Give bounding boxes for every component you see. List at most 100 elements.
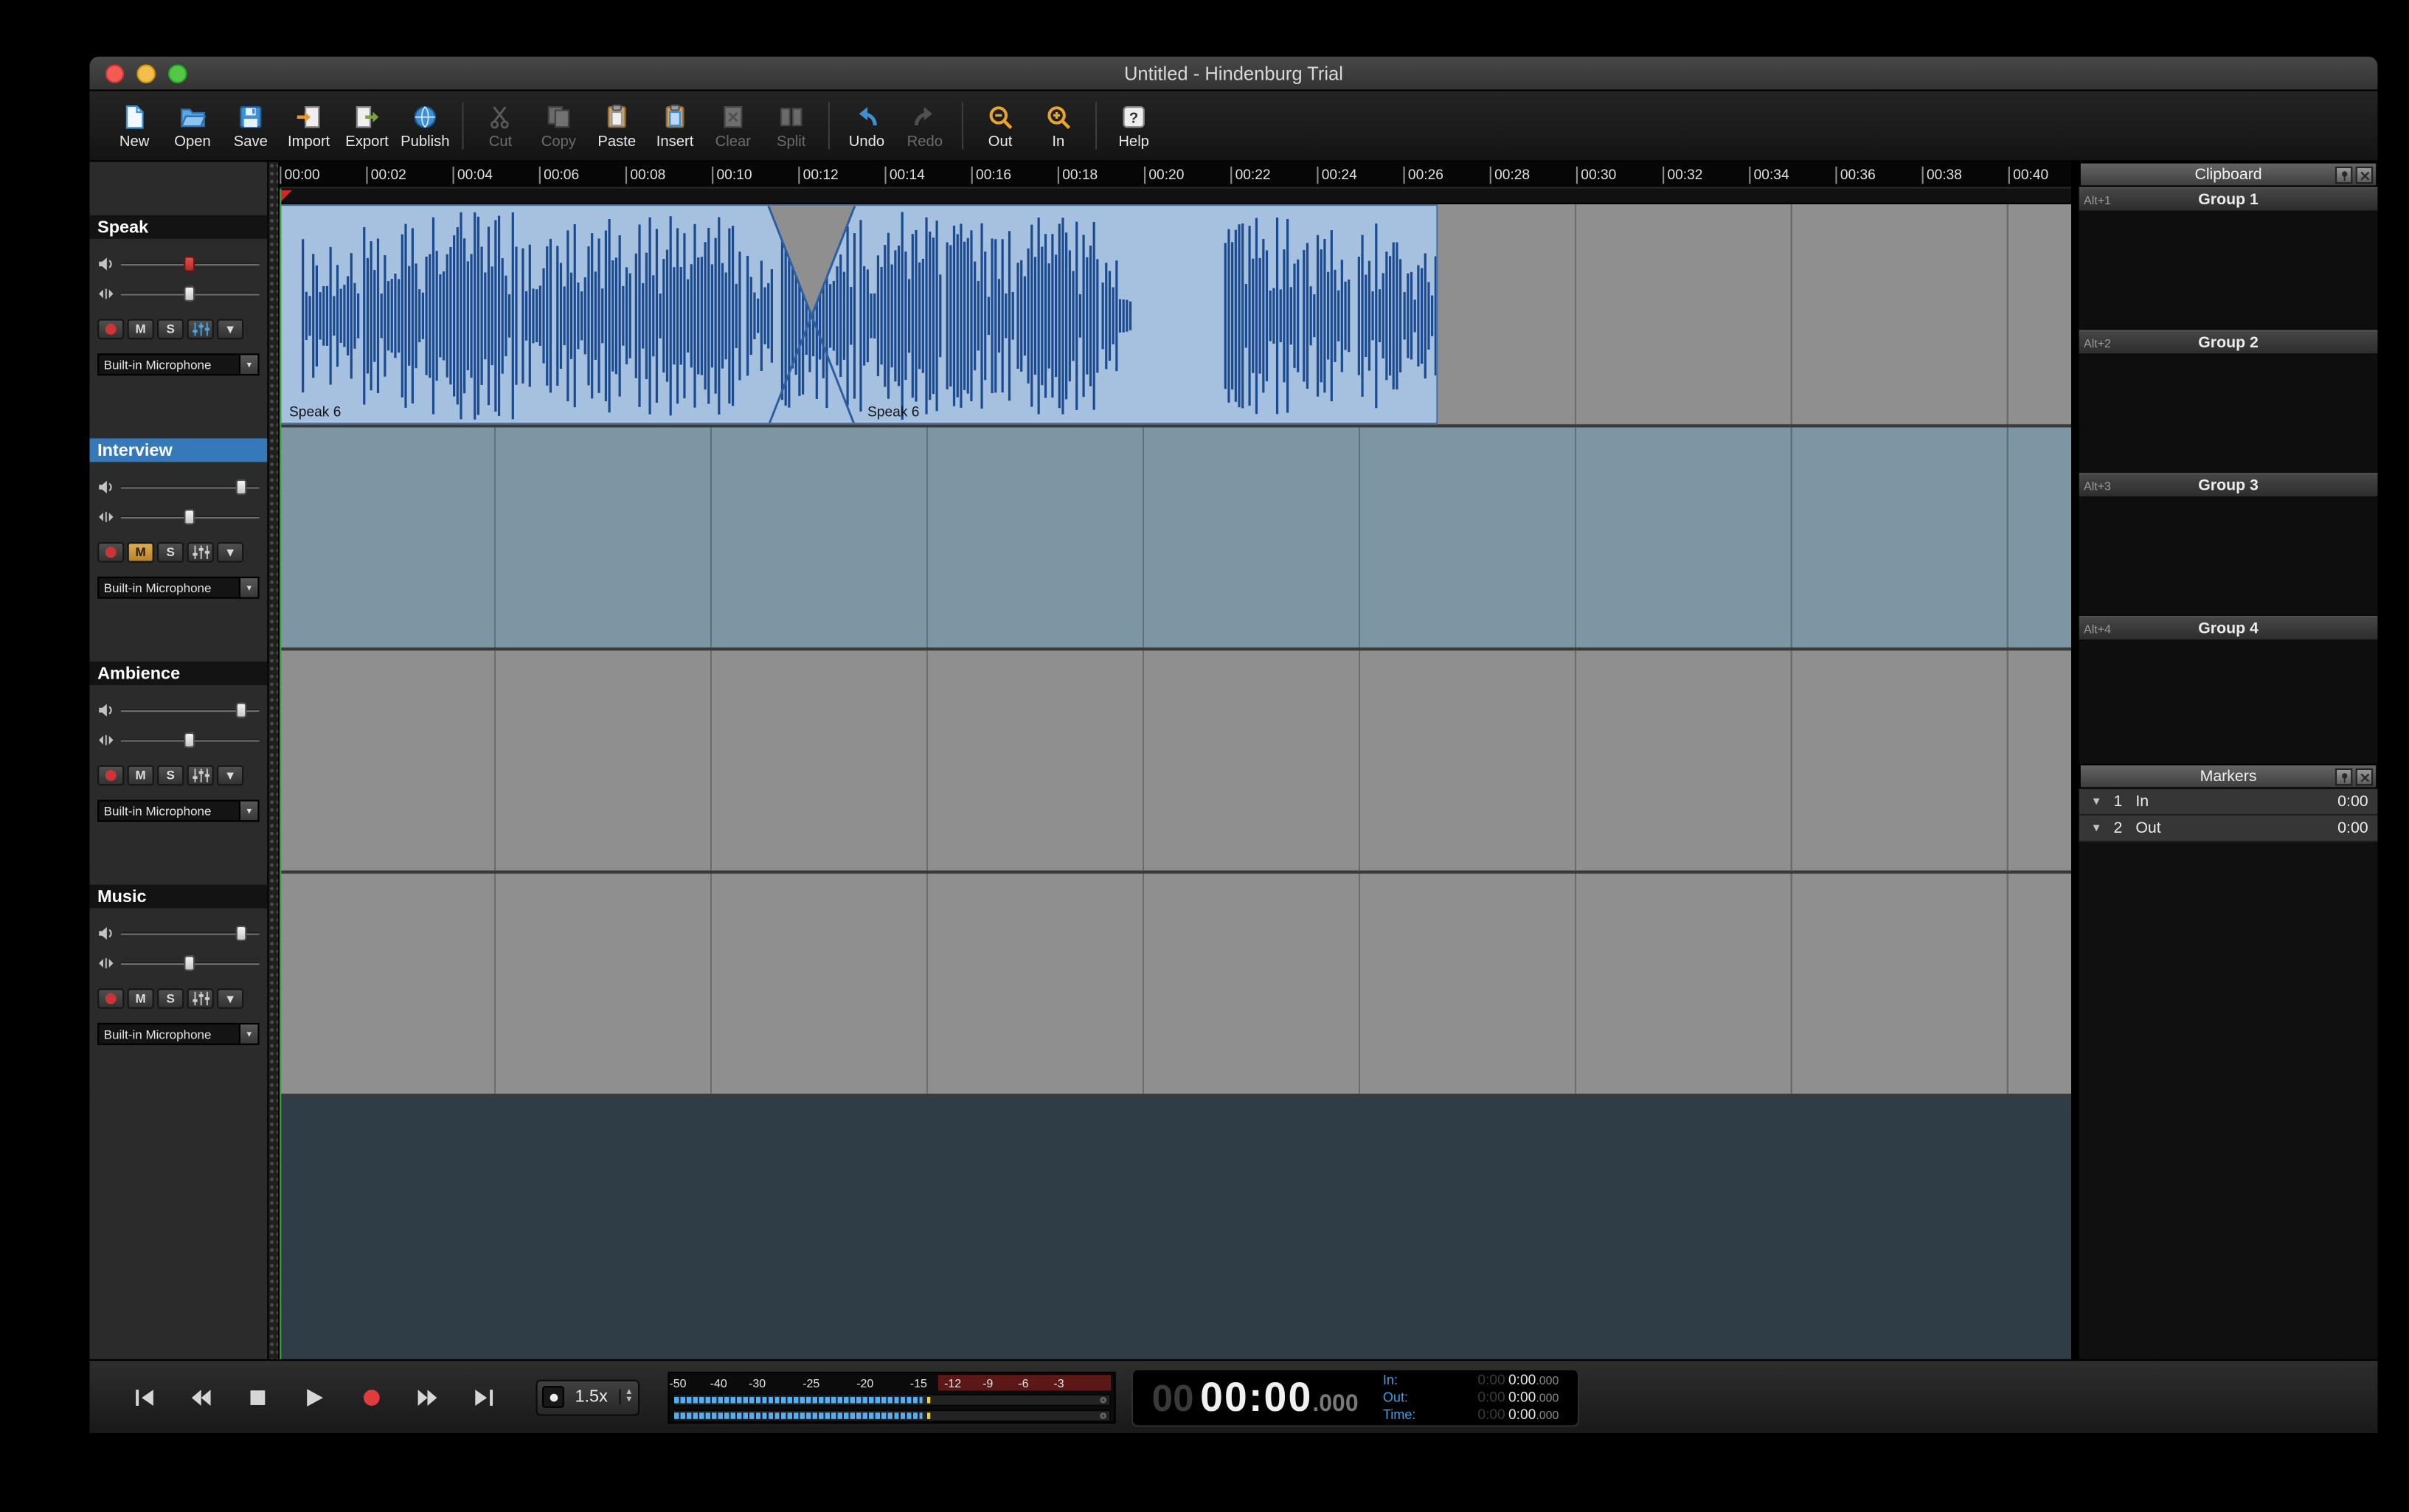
follow-playhead-button[interactable]	[542, 1386, 564, 1408]
volume-slider[interactable]	[121, 701, 259, 720]
clipboard-group-header[interactable]: Alt+2Group 2	[2079, 330, 2378, 355]
fast-forward-button[interactable]	[410, 1383, 445, 1411]
mixer-button[interactable]	[187, 319, 214, 339]
rewind-button[interactable]	[184, 1383, 218, 1411]
toolbar-button-copy[interactable]: Copy	[530, 91, 588, 161]
stop-button[interactable]	[240, 1383, 275, 1411]
speed-stepper[interactable]: ▲ ▼	[618, 1389, 633, 1404]
toolbar-button-redo[interactable]: Redo	[895, 91, 954, 161]
toolbar-button-new[interactable]: New	[105, 91, 164, 161]
toolbar-button-help[interactable]: Help	[1105, 91, 1163, 161]
stepper-down-icon[interactable]: ▼	[625, 1397, 634, 1405]
record-arm-button[interactable]	[97, 542, 124, 563]
track-menu-button[interactable]: ▾	[217, 988, 243, 1009]
mute-button[interactable]: M	[128, 319, 154, 339]
timeline-lane-speak[interactable]: Speak 6Speak 6	[280, 204, 2071, 428]
clipboard-group-slot[interactable]	[2079, 498, 2378, 616]
markers-close-button[interactable]	[2356, 769, 2373, 786]
input-device-select[interactable]: Built-in Microphone▾	[97, 800, 259, 822]
timeline-area[interactable]: 00:0000:0200:0400:0600:0800:1000:1200:14…	[280, 162, 2071, 1359]
pan-slider-handle[interactable]	[184, 732, 195, 748]
toolbar-button-paste[interactable]: Paste	[588, 91, 646, 161]
input-device-select[interactable]: Built-in Microphone▾	[97, 1023, 259, 1045]
mixer-button[interactable]	[187, 766, 214, 786]
clipboard-group-header[interactable]: Alt+4Group 4	[2079, 616, 2378, 641]
skip-to-start-button[interactable]	[128, 1383, 162, 1411]
timeline-empty-area[interactable]	[280, 1097, 2071, 1359]
pan-slider-handle[interactable]	[184, 955, 195, 971]
volume-slider-handle[interactable]	[237, 479, 248, 495]
zoom-window-button[interactable]	[168, 64, 187, 83]
marker-strip[interactable]	[280, 189, 2071, 204]
toolbar-button-in[interactable]: In	[1029, 91, 1087, 161]
toolbar-button-publish[interactable]: Publish	[396, 91, 454, 161]
pan-slider[interactable]	[121, 954, 259, 973]
clipboard-group-slot[interactable]	[2079, 355, 2378, 473]
toolbar-button-cut[interactable]: Cut	[471, 91, 530, 161]
marker-row[interactable]: ▼2Out0:00	[2079, 816, 2378, 842]
marker-disclosure-icon[interactable]: ▼	[2079, 822, 2114, 833]
toolbar-button-export[interactable]: Export	[338, 91, 396, 161]
volume-slider-handle[interactable]	[184, 256, 195, 271]
record-arm-button[interactable]	[97, 988, 124, 1009]
toolbar-button-clear[interactable]: Clear	[704, 91, 762, 161]
input-device-select[interactable]: Built-in Microphone▾	[97, 577, 259, 599]
play-button[interactable]	[297, 1383, 332, 1411]
volume-slider[interactable]	[121, 478, 259, 497]
close-window-button[interactable]	[105, 64, 125, 83]
solo-button[interactable]: S	[157, 319, 184, 339]
markers-pin-button[interactable]	[2335, 769, 2352, 786]
toolbar-button-import[interactable]: Import	[280, 91, 338, 161]
marker-row[interactable]: ▼1In0:00	[2079, 789, 2378, 816]
minimize-window-button[interactable]	[136, 64, 156, 83]
toolbar-button-undo[interactable]: Undo	[838, 91, 896, 161]
mute-button[interactable]: M	[128, 542, 154, 563]
clipboard-group-header[interactable]: Alt+3Group 3	[2079, 473, 2378, 498]
track-panel-scrollbar[interactable]	[267, 162, 280, 1359]
pan-slider-handle[interactable]	[184, 286, 195, 302]
track-menu-button[interactable]: ▾	[217, 542, 243, 563]
clipboard-group-slot[interactable]	[2079, 212, 2378, 330]
audio-clip-region[interactable]: Speak 6Speak 6	[280, 204, 1438, 424]
pan-slider[interactable]	[121, 507, 259, 527]
playhead-marker-flag[interactable]	[280, 190, 292, 203]
title-bar[interactable]: Untitled - Hindenburg Trial	[89, 57, 2377, 91]
input-device-select[interactable]: Built-in Microphone▾	[97, 353, 259, 375]
mute-button[interactable]: M	[128, 988, 154, 1009]
clipboard-group-header[interactable]: Alt+1Group 1	[2079, 187, 2378, 212]
solo-button[interactable]: S	[157, 988, 184, 1009]
timeline-lane-interview[interactable]	[280, 427, 2071, 651]
clipboard-group-slot[interactable]	[2079, 641, 2378, 759]
record-arm-button[interactable]	[97, 319, 124, 339]
toolbar-button-split[interactable]: Split	[762, 91, 820, 161]
pan-slider[interactable]	[121, 731, 259, 750]
solo-button[interactable]: S	[157, 766, 184, 786]
volume-slider[interactable]	[121, 254, 259, 274]
mixer-button[interactable]	[187, 542, 214, 563]
mute-button[interactable]: M	[128, 766, 154, 786]
record-arm-button[interactable]	[97, 766, 124, 786]
toolbar-button-save[interactable]: Save	[221, 91, 280, 161]
volume-slider[interactable]	[121, 924, 259, 943]
volume-slider-handle[interactable]	[237, 926, 248, 941]
track-name-music[interactable]: Music	[89, 884, 267, 908]
mixer-button[interactable]	[187, 988, 214, 1009]
record-button[interactable]	[353, 1383, 388, 1411]
skip-to-end-button[interactable]	[467, 1383, 502, 1411]
track-name-speak[interactable]: Speak	[89, 215, 267, 239]
markers-panel-header[interactable]: Markers	[2079, 763, 2378, 788]
marker-disclosure-icon[interactable]: ▼	[2079, 796, 2114, 807]
track-menu-button[interactable]: ▾	[217, 319, 243, 339]
solo-button[interactable]: S	[157, 542, 184, 563]
playhead-line[interactable]	[280, 189, 281, 1359]
pan-slider-handle[interactable]	[184, 509, 195, 524]
clipboard-pin-button[interactable]	[2335, 167, 2352, 184]
clipboard-close-button[interactable]	[2356, 167, 2373, 184]
toolbar-button-insert[interactable]: Insert	[646, 91, 704, 161]
toolbar-button-out[interactable]: Out	[971, 91, 1030, 161]
pan-slider[interactable]	[121, 285, 259, 304]
track-menu-button[interactable]: ▾	[217, 766, 243, 786]
track-name-interview[interactable]: Interview	[89, 438, 267, 462]
clipboard-panel-header[interactable]: Clipboard	[2079, 162, 2378, 187]
timeline-lane-ambience[interactable]	[280, 651, 2071, 874]
